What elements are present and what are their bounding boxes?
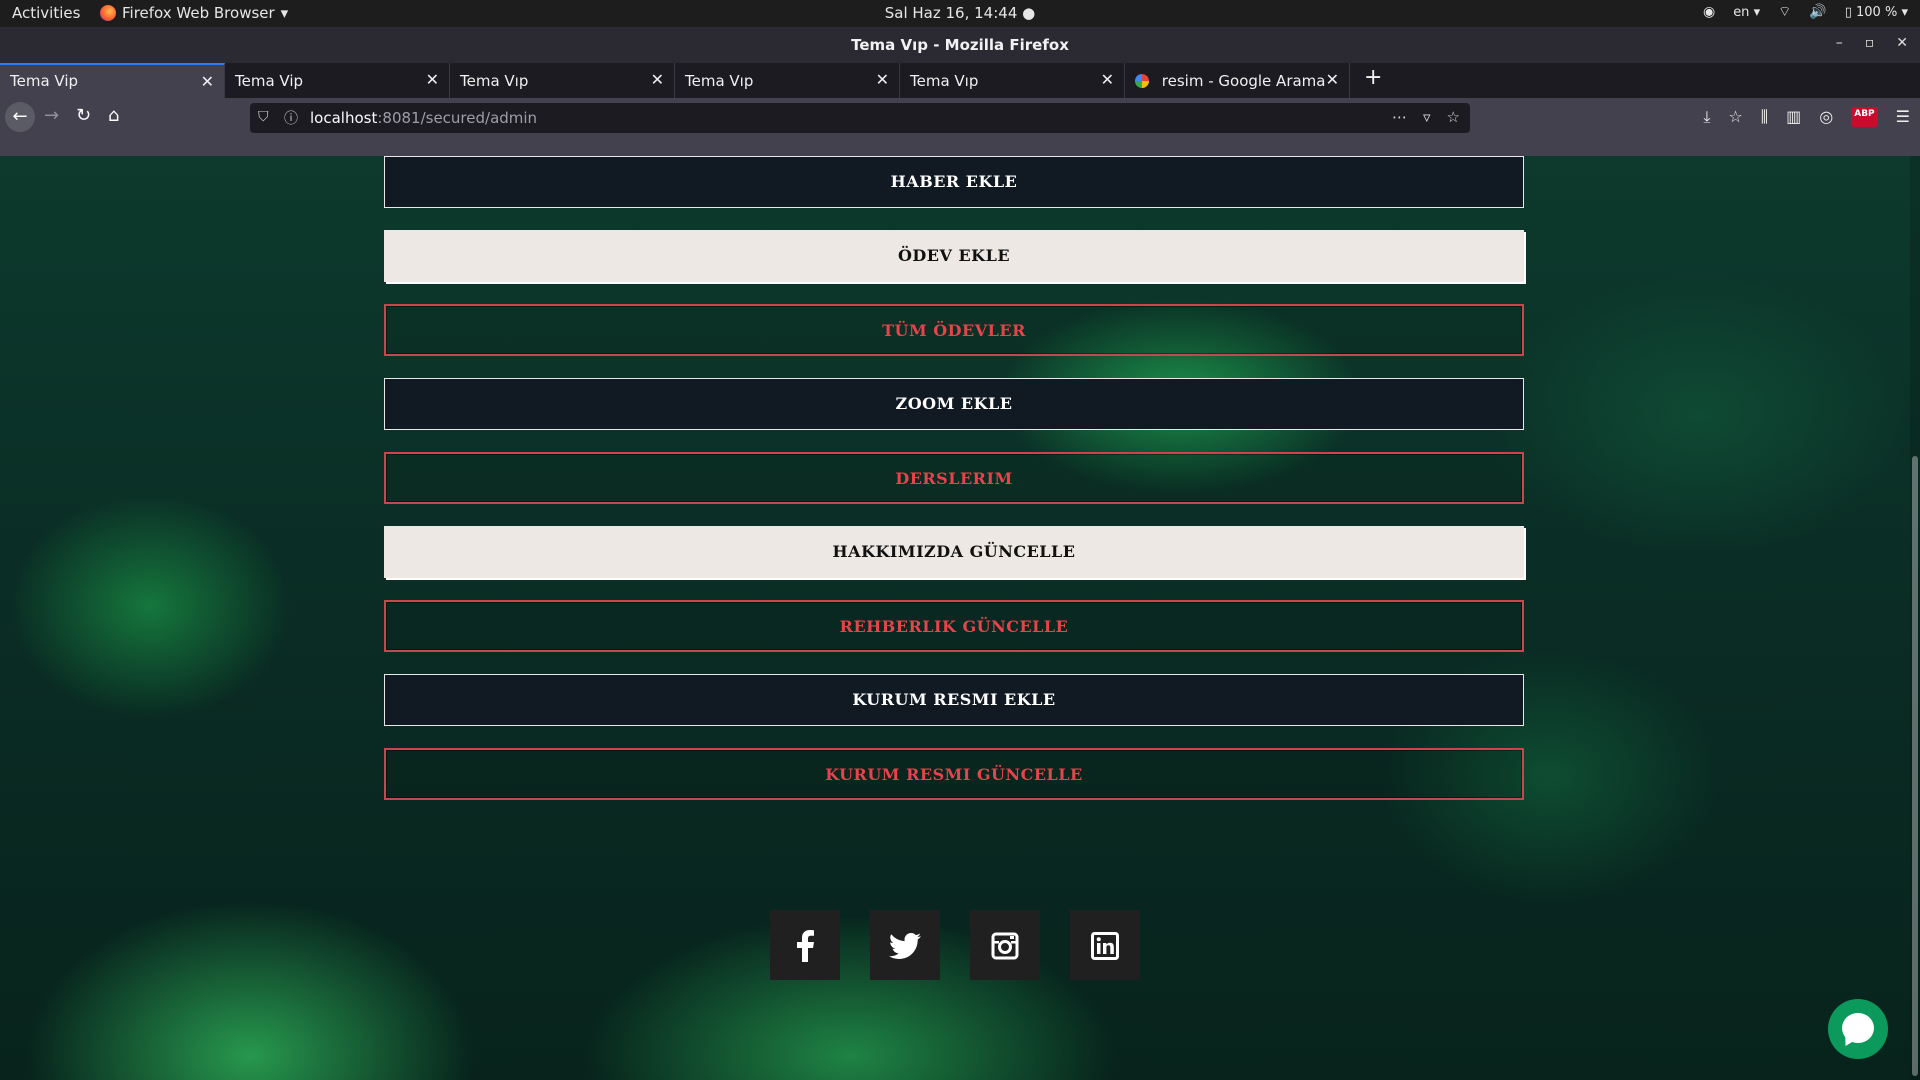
app-menu-label: Firefox Web Browser: [122, 4, 275, 22]
rehberlik-guncelle-button[interactable]: REHBERLIK GÜNCELLE: [384, 600, 1524, 652]
tab-strip: Tema Vip ✕ Tema Vip ✕ Tema Vıp ✕ Tema Vı…: [0, 63, 1920, 98]
maximize-icon[interactable]: ▫: [1865, 35, 1875, 51]
close-icon[interactable]: ✕: [1101, 70, 1114, 89]
linkedin-icon[interactable]: [1070, 910, 1140, 980]
info-icon[interactable]: ⓘ: [284, 108, 298, 128]
scrollbar-thumb[interactable]: [1912, 456, 1918, 1076]
chevron-down-icon: ▾: [280, 4, 289, 22]
activities-button[interactable]: Activities: [12, 4, 80, 22]
navigation-toolbar: ← → ↻ ⌂ ⛉ ⓘ localhost:8081/secured/admin…: [0, 98, 1920, 138]
window-titlebar: Tema Vıp - Mozilla Firefox – ▫ ✕: [0, 27, 1920, 63]
odev-ekle-button[interactable]: ÖDEV EKLE: [384, 230, 1524, 282]
bookmarks-star-icon[interactable]: ☆: [1728, 107, 1742, 127]
close-icon[interactable]: ✕: [876, 70, 889, 89]
twitter-icon[interactable]: [870, 910, 940, 980]
close-icon[interactable]: ✕: [651, 70, 664, 89]
kurum-resmi-ekle-button[interactable]: KURUM RESMI EKLE: [384, 674, 1524, 726]
volume-icon[interactable]: 🔊: [1809, 4, 1826, 20]
home-button[interactable]: ⌂: [108, 105, 119, 126]
adblock-icon[interactable]: ABP: [1851, 107, 1878, 127]
page-scrollbar[interactable]: [1910, 156, 1920, 1080]
hamburger-menu-icon[interactable]: ☰: [1896, 107, 1910, 127]
close-window-icon[interactable]: ✕: [1896, 35, 1908, 51]
tab-label: resim - Google Arama: [1161, 72, 1326, 90]
notification-dot-icon: ●: [1022, 4, 1036, 22]
browser-tab[interactable]: Tema Vip ✕: [225, 63, 450, 98]
hakkimizda-guncelle-button[interactable]: HAKKIMIZDA GÜNCELLE: [384, 526, 1524, 578]
accessibility-icon[interactable]: ◉: [1703, 4, 1715, 20]
derslerim-button[interactable]: DERSLERIM: [384, 452, 1524, 504]
bookmark-star-icon[interactable]: ☆: [1447, 108, 1460, 126]
tab-label: Tema Vıp: [460, 72, 529, 90]
google-icon: [1135, 74, 1149, 88]
new-tab-button[interactable]: +: [1350, 63, 1396, 98]
toolbar-divider: [0, 138, 1920, 156]
forward-button[interactable]: →: [44, 105, 59, 126]
clock[interactable]: Sal Haz 16, 14:44: [885, 4, 1018, 22]
system-top-bar: Activities Firefox Web Browser ▾ Sal Haz…: [0, 0, 1920, 27]
facebook-icon[interactable]: [770, 910, 840, 980]
download-icon[interactable]: ⤓: [1703, 107, 1710, 127]
browser-tab[interactable]: Tema Vıp ✕: [675, 63, 900, 98]
sidebar-icon[interactable]: ▥: [1786, 107, 1801, 127]
close-icon[interactable]: ✕: [201, 72, 214, 91]
reload-button[interactable]: ↻: [76, 105, 91, 126]
app-menu[interactable]: Firefox Web Browser ▾: [100, 4, 288, 22]
minimize-icon[interactable]: –: [1836, 35, 1843, 51]
url-text[interactable]: localhost:8081/secured/admin: [310, 109, 537, 127]
battery-indicator[interactable]: ▯ 100 % ▾: [1845, 5, 1908, 20]
haber-ekle-button[interactable]: HABER EKLE: [384, 156, 1524, 208]
kurum-resmi-guncelle-button[interactable]: KURUM RESMI GÜNCELLE: [384, 748, 1524, 800]
language-indicator[interactable]: en ▾: [1733, 5, 1760, 20]
chat-bubble-button[interactable]: [1828, 999, 1888, 1059]
tum-odevler-button[interactable]: TÜM ÖDEVLER: [384, 304, 1524, 356]
zoom-ekle-button[interactable]: ZOOM EKLE: [384, 378, 1524, 430]
browser-tab[interactable]: Tema Vip ✕: [0, 63, 225, 98]
browser-tab[interactable]: resim - Google Arama ✕: [1125, 63, 1350, 98]
account-icon[interactable]: ◎: [1819, 107, 1833, 127]
tab-label: Tema Vip: [10, 72, 79, 90]
tab-label: Tema Vıp: [685, 72, 754, 90]
chat-icon: [1840, 1032, 1858, 1050]
firefox-icon: [100, 5, 116, 21]
address-bar[interactable]: ⛉ ⓘ localhost:8081/secured/admin ⋯ ▿ ☆: [250, 103, 1470, 133]
back-button[interactable]: ←: [5, 102, 35, 132]
instagram-icon[interactable]: [970, 910, 1040, 980]
close-icon[interactable]: ✕: [426, 70, 439, 89]
browser-tab[interactable]: Tema Vıp ✕: [450, 63, 675, 98]
close-icon[interactable]: ✕: [1326, 70, 1339, 89]
tab-label: Tema Vip: [235, 72, 304, 90]
window-title: Tema Vıp - Mozilla Firefox: [851, 36, 1069, 54]
library-icon[interactable]: ⫼: [1761, 107, 1768, 127]
more-actions-icon[interactable]: ⋯: [1392, 108, 1407, 126]
page-background: HABER EKLE ÖDEV EKLE TÜM ÖDEVLER ZOOM EK…: [0, 156, 1920, 1080]
wifi-icon[interactable]: ⌔: [1778, 3, 1791, 21]
tab-label: Tema Vıp: [910, 72, 979, 90]
pocket-icon[interactable]: ▿: [1423, 108, 1431, 126]
browser-tab[interactable]: Tema Vıp ✕: [900, 63, 1125, 98]
shield-icon[interactable]: ⛉: [258, 109, 269, 125]
